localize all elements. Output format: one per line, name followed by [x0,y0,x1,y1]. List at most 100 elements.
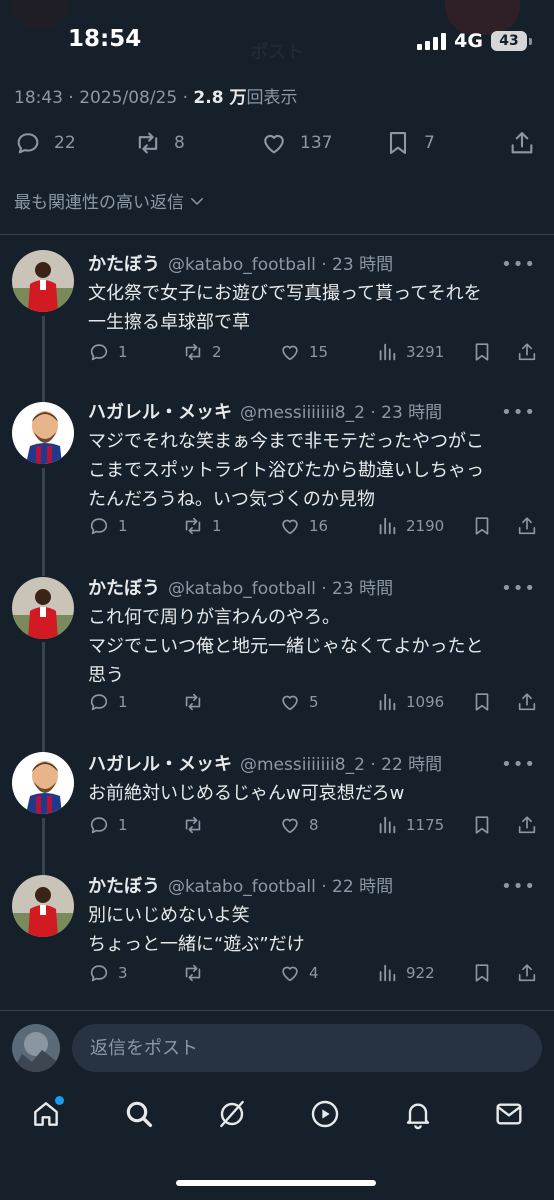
share-button[interactable] [508,124,536,162]
more-options-icon[interactable]: ••• [501,578,536,599]
search-icon [126,1101,153,1128]
reply-action-bar: 1 5 1096 [88,691,548,719]
scrolled-header-shadow [10,0,70,30]
bookmark-button[interactable] [471,691,493,713]
author-name[interactable]: かたぼう [88,872,160,898]
share-button[interactable] [516,962,538,984]
status-time: 18:54 [68,26,142,52]
divider [0,1010,554,1011]
author-name[interactable]: ハガレル・メッキ [88,398,232,424]
views-button[interactable]: 1175 [376,814,444,836]
repost-icon [138,132,158,154]
like-button[interactable]: 4 [279,962,319,984]
more-options-icon[interactable]: ••• [501,402,536,423]
chevron-down-icon [191,197,203,205]
author-name[interactable]: ハガレル・メッキ [88,750,232,776]
reply-text: これ何で周りが言わんのやろ。 マジでこいつ俺と地元一緒じゃなくてよかったと 思う [88,603,538,690]
reply-text-line: 思う [88,665,124,686]
reply-text: 別にいじめないよ笑 ちょっと一緒に“遊ぶ”だけ [88,901,538,959]
reply-header: ハガレル・メッキ @messiiiiiii8_2 · 22 時間 [88,750,442,776]
repost-button[interactable] [182,962,212,984]
repost-button[interactable]: 8 [134,124,185,162]
like-count: 137 [300,133,333,153]
reply-text-line: 別にいじめないよ笑 [88,905,250,926]
reply-sort-selector[interactable]: 最も関連性の高い返信 [14,188,206,213]
bookmark-button[interactable] [471,341,493,363]
tab-grok[interactable] [212,1094,252,1134]
like-button[interactable]: 137 [260,124,332,162]
like-button[interactable]: 8 [279,814,319,836]
like-button[interactable]: 5 [279,691,319,713]
sort-label: 最も関連性の高い返信 [14,193,184,213]
reply-icon [90,965,108,982]
share-button[interactable] [516,341,538,363]
repost-icon [185,693,201,711]
bell-icon [406,1103,430,1130]
tab-home[interactable] [26,1094,66,1134]
bookmark-button[interactable]: 7 [384,124,435,162]
like-button[interactable]: 16 [279,515,328,537]
reply-button[interactable]: 1 [88,515,128,537]
reply-text-line: お前絶対いじめるじゃんw可哀想だろw [88,783,405,804]
reply-action-bar: 1 2 15 3291 [88,341,548,369]
reply-header: ハガレル・メッキ @messiiiiiii8_2 · 23 時間 [88,398,442,424]
like-count: 5 [309,693,319,711]
avatar[interactable] [12,250,74,312]
repost-count: 2 [212,343,222,361]
tab-video[interactable] [305,1094,345,1134]
views-button[interactable]: 2190 [376,515,444,537]
avatar[interactable] [12,875,74,937]
bookmark-button[interactable] [471,515,493,537]
tab-search[interactable] [119,1094,159,1134]
reply-button[interactable]: 3 [88,962,128,984]
my-avatar[interactable] [12,1024,60,1072]
reply-input[interactable] [72,1024,542,1072]
tab-messages[interactable] [489,1094,529,1134]
views-button[interactable]: 3291 [376,341,444,363]
bookmark-icon [475,964,489,982]
share-button[interactable] [516,691,538,713]
repost-button[interactable]: 1 [182,515,222,537]
heart-icon [282,818,298,834]
reply-button[interactable]: 1 [88,341,128,363]
avatar[interactable] [12,402,74,464]
like-count: 8 [309,816,319,834]
signal-icon [417,32,447,50]
views-button[interactable]: 922 [376,962,435,984]
author-name[interactable]: かたぼう [88,250,160,276]
share-button[interactable] [516,515,538,537]
reply-count: 1 [118,517,128,535]
heart-icon [282,695,298,711]
reply-icon [90,344,108,361]
reply-button[interactable]: 1 [88,691,128,713]
avatar[interactable] [12,752,74,814]
repost-button[interactable] [182,814,212,836]
reply-button[interactable]: 1 [88,814,128,836]
repost-button[interactable] [182,691,212,713]
reply-action-bar: 3 4 922 [88,962,548,990]
author-handle: @katabo_football · 23 時間 [168,255,394,275]
app-screen: ポスト 18:54 4G 43 18:43 · 2025/08/25 · 2.8… [0,0,554,1200]
author-handle: @katabo_football · 23 時間 [168,579,394,599]
tab-notifications[interactable] [398,1094,438,1134]
views-button[interactable]: 1096 [376,691,444,713]
bookmark-button[interactable] [471,814,493,836]
more-options-icon[interactable]: ••• [501,876,536,897]
reply-action-bar: 1 8 1175 [88,814,548,842]
views-icon [379,517,396,535]
bookmark-icon [475,693,489,711]
more-options-icon[interactable]: ••• [501,754,536,775]
reply-button[interactable]: 22 [14,124,76,162]
avatar[interactable] [12,577,74,639]
football-player-avatar [12,875,74,937]
more-options-icon[interactable]: ••• [501,254,536,275]
reply-count: 1 [118,343,128,361]
repost-button[interactable]: 2 [182,341,222,363]
reply-icon [90,694,108,711]
author-name[interactable]: かたぼう [88,574,160,600]
reply-count: 22 [54,133,76,153]
bookmark-button[interactable] [471,962,493,984]
repost-icon [185,343,201,361]
share-button[interactable] [516,814,538,836]
like-button[interactable]: 15 [279,341,328,363]
